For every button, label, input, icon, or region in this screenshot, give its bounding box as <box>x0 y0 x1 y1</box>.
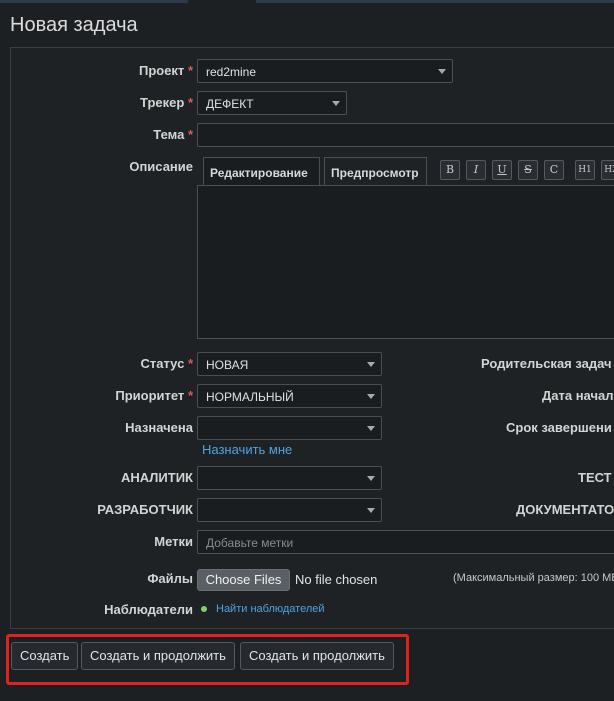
developer-label: РАЗРАБОТЧИК <box>97 502 193 517</box>
italic-icon[interactable]: I <box>466 160 486 180</box>
strikethrough-icon[interactable]: S <box>518 160 538 180</box>
documenter-label: ДОКУМЕНТАТО <box>516 502 614 517</box>
tags-label: Метки <box>154 534 193 549</box>
subject-label: Тема * <box>153 127 193 142</box>
subject-input[interactable] <box>197 123 614 147</box>
developer-select[interactable] <box>197 498 382 522</box>
heading-icon[interactable]: H1 <box>575 160 595 180</box>
tracker-label: Трекер * <box>140 95 193 110</box>
due-date-label: Срок завершени <box>506 420 612 435</box>
status-select[interactable]: НОВАЯ <box>197 352 382 376</box>
watchers-label: Наблюдатели <box>104 602 193 617</box>
heading2-icon[interactable]: H2 <box>601 160 614 180</box>
top-strip-gap <box>188 0 256 3</box>
tester-label: ТЕСТ <box>578 470 612 485</box>
create-continue-button-2[interactable]: Создать и продолжить <box>240 642 394 670</box>
top-strip <box>0 0 614 3</box>
max-size-text: (Максимальный размер: 100 МБ <box>453 572 614 584</box>
tracker-select[interactable]: ДЕФЕКТ <box>197 91 347 115</box>
priority-label: Приоритет * <box>115 388 193 403</box>
project-select[interactable]: red2mine <box>197 59 453 83</box>
analyst-label: АНАЛИТИК <box>120 470 193 485</box>
bold-icon[interactable]: B <box>440 160 460 180</box>
underline-icon[interactable]: U <box>492 160 512 180</box>
project-label: Проект * <box>138 63 193 78</box>
parent-issue-label: Родительская задач <box>481 356 612 371</box>
tags-input[interactable]: Добавьте метки <box>197 530 614 554</box>
code-icon[interactable]: C <box>544 160 564 180</box>
description-label: Описание <box>129 159 193 174</box>
add-watcher-icon[interactable] <box>201 606 207 612</box>
assignee-label: Назначена <box>125 420 193 435</box>
page-title: Новая задача <box>10 14 138 36</box>
assign-to-me-link[interactable]: Назначить мне <box>202 442 292 457</box>
search-watchers-link[interactable]: Найти наблюдателей <box>216 603 325 615</box>
analyst-select[interactable] <box>197 466 382 490</box>
no-file-text: No file chosen <box>295 572 378 587</box>
description-textarea[interactable] <box>197 185 614 339</box>
create-button[interactable]: Создать <box>11 642 79 670</box>
tab-edit[interactable]: Редактирование <box>203 157 320 185</box>
create-continue-button[interactable]: Создать и продолжить <box>81 642 235 670</box>
choose-files-button[interactable]: Choose Files <box>197 569 290 591</box>
status-label: Статус * <box>140 356 194 371</box>
priority-select[interactable]: НОРМАЛЬНЫЙ <box>197 384 382 408</box>
tab-preview[interactable]: Предпросмотр <box>324 157 427 185</box>
start-date-label: Дата начал <box>542 388 614 403</box>
assignee-select[interactable] <box>197 416 382 440</box>
files-label: Файлы <box>147 571 193 586</box>
